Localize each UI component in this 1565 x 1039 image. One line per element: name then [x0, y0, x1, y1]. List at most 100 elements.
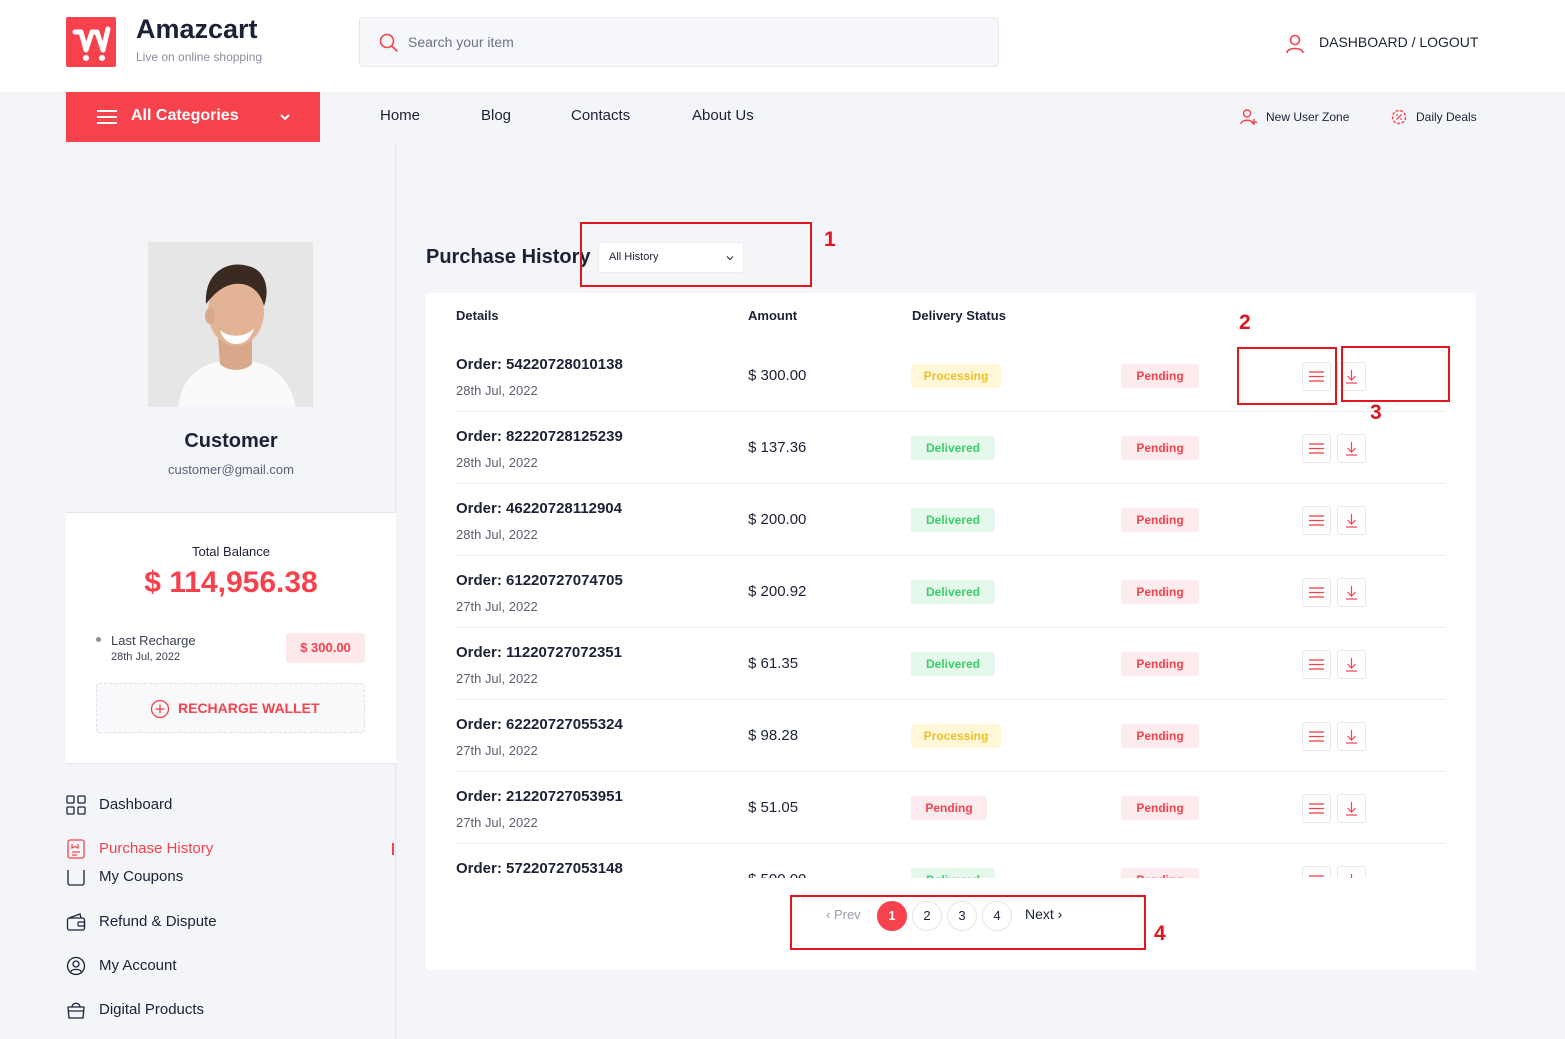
order-date: 28th Jul, 2022 — [456, 527, 538, 542]
order-number[interactable]: Order: 57220727053148 — [456, 860, 623, 877]
nav-link-home[interactable]: Home — [380, 107, 420, 124]
sidebar-item-my-coupons[interactable]: My Coupons — [66, 870, 396, 888]
new-user-zone-link[interactable]: New User Zone — [1266, 110, 1349, 124]
active-indicator — [392, 843, 394, 855]
order-date: 27th Jul, 2022 — [456, 815, 538, 830]
sidebar-item-label: Refund & Dispute — [99, 913, 217, 930]
download-invoice-button[interactable] — [1337, 434, 1366, 463]
last-recharge-date: 28th Jul, 2022 — [111, 651, 181, 663]
order-details-button[interactable] — [1302, 794, 1331, 823]
payment-status-badge: Pending — [1121, 508, 1199, 532]
payment-status-badge: Pending — [1121, 436, 1199, 460]
nav-link-about-us[interactable]: About Us — [692, 107, 754, 124]
table-row: Order: 82220728125239 28th Jul, 2022 $ 137… — [456, 412, 1446, 484]
order-details-button[interactable] — [1302, 650, 1331, 679]
menu-lines-icon — [1309, 515, 1324, 526]
chevron-down-icon — [280, 114, 290, 121]
sidebar-item-my-account[interactable]: My Account — [66, 952, 386, 982]
delivery-status-badge: Pending — [911, 796, 987, 820]
menu-lines-icon — [1309, 803, 1324, 814]
sidebar-item-refund-dispute[interactable]: Refund & Dispute — [66, 908, 386, 938]
table-body: Order: 54220728010138 28th Jul, 2022 $ 300… — [426, 340, 1476, 878]
order-number[interactable]: Order: 62220727055324 — [456, 716, 623, 733]
new-user-icon — [1240, 109, 1257, 125]
delivery-status-badge: Delivered — [911, 436, 995, 460]
order-number[interactable]: Order: 61220727074705 — [456, 572, 623, 589]
order-amount: $ 61.35 — [748, 655, 799, 672]
annotation-box-2 — [1237, 347, 1337, 405]
sidebar-item-label: My Coupons — [99, 870, 184, 885]
order-amount: $ 300.00 — [748, 367, 807, 384]
recharge-wallet-button[interactable]: RECHARGE WALLET — [96, 683, 365, 733]
sidebar-item-label: My Account — [99, 957, 177, 974]
dashboard-logout-link[interactable]: DASHBOARD / LOGOUT — [1319, 34, 1478, 50]
order-date: 27th Jul, 2022 — [456, 671, 538, 686]
brand-tagline: Live on online shopping — [136, 50, 263, 64]
annotation-box-3 — [1341, 346, 1450, 402]
order-details-button[interactable] — [1302, 434, 1331, 463]
order-amount: $ 137.36 — [748, 439, 807, 456]
bullet-icon — [96, 637, 101, 642]
order-details-button[interactable] — [1302, 578, 1331, 607]
table-row: Order: 46220728112904 28th Jul, 2022 $ 200… — [456, 484, 1446, 556]
table-row: Order: 11220727072351 27th Jul, 2022 $ 61.… — [456, 628, 1446, 700]
search-input[interactable] — [408, 18, 968, 66]
download-invoice-button[interactable] — [1337, 506, 1366, 535]
download-icon — [1346, 658, 1357, 672]
menu-lines-icon — [1309, 443, 1324, 454]
annotation-number-4: 4 — [1154, 922, 1166, 945]
search-icon[interactable] — [378, 32, 400, 54]
download-invoice-button[interactable] — [1337, 650, 1366, 679]
all-categories-button[interactable]: All Categories — [66, 92, 320, 142]
order-details-button[interactable] — [1302, 866, 1331, 878]
nav-link-blog[interactable]: Blog — [481, 107, 511, 124]
nav-link-contacts[interactable]: Contacts — [571, 107, 630, 124]
payment-status-badge: Pending — [1121, 796, 1199, 820]
column-header-delivery-status: Delivery Status — [912, 308, 1006, 323]
delivery-status-badge: Delivered — [911, 508, 995, 532]
annotation-number-2: 2 — [1239, 311, 1251, 334]
order-date: 27th Jul, 2022 — [456, 743, 538, 758]
sidebar-item-label: Purchase History — [99, 840, 214, 857]
download-invoice-button[interactable] — [1337, 578, 1366, 607]
total-balance-label: Total Balance — [191, 544, 271, 559]
order-number[interactable]: Order: 46220728112904 — [456, 500, 622, 517]
sidebar-item-digital-products[interactable]: Digital Products — [66, 996, 386, 1026]
sidebar-item-label: Dashboard — [99, 796, 173, 813]
download-invoice-button[interactable] — [1337, 722, 1366, 751]
table-row: Order: 57220727053148 $ 500.00 Delivered Pe… — [456, 844, 1446, 878]
daily-deals-link[interactable]: Daily Deals — [1416, 110, 1477, 124]
order-amount: $ 51.05 — [748, 799, 799, 816]
menu-lines-icon — [1309, 875, 1324, 877]
download-invoice-button[interactable] — [1337, 794, 1366, 823]
order-number[interactable]: Order: 82220728125239 — [456, 428, 623, 445]
order-date: 28th Jul, 2022 — [456, 383, 538, 398]
annotation-box-1 — [580, 222, 812, 287]
total-balance-value: $ 114,956.38 — [144, 566, 318, 599]
search-bar[interactable] — [359, 17, 999, 67]
download-invoice-button[interactable] — [1337, 866, 1366, 878]
delivery-status-badge: Delivered — [911, 652, 995, 676]
hamburger-icon — [97, 110, 117, 124]
avatar — [148, 242, 313, 407]
all-categories-label: All Categories — [131, 107, 239, 124]
user-circle-icon — [66, 956, 86, 976]
menu-lines-icon — [1309, 659, 1324, 670]
column-header-details: Details — [456, 308, 499, 323]
order-details-button[interactable] — [1302, 722, 1331, 751]
download-icon — [1346, 802, 1357, 816]
sidebar-item-dashboard[interactable]: Dashboard — [66, 791, 386, 821]
order-number[interactable]: Order: 21220727053951 — [456, 788, 623, 805]
order-date: 27th Jul, 2022 — [456, 599, 538, 614]
sidebar-item-purchase-history[interactable]: Purchase History — [66, 835, 386, 865]
order-number[interactable]: Order: 11220727072351 — [456, 644, 622, 661]
order-number[interactable]: Order: 54220728010138 — [456, 356, 623, 373]
payment-status-badge: Pending — [1121, 364, 1199, 388]
order-details-button[interactable] — [1302, 506, 1331, 535]
order-amount: $ 200.92 — [748, 583, 807, 600]
payment-status-badge: Pending — [1121, 868, 1199, 878]
dashboard-grid-icon — [66, 795, 86, 815]
brand-name[interactable]: Amazcart — [136, 14, 258, 45]
menu-lines-icon — [1309, 731, 1324, 742]
brand-logo-icon[interactable] — [66, 17, 116, 67]
